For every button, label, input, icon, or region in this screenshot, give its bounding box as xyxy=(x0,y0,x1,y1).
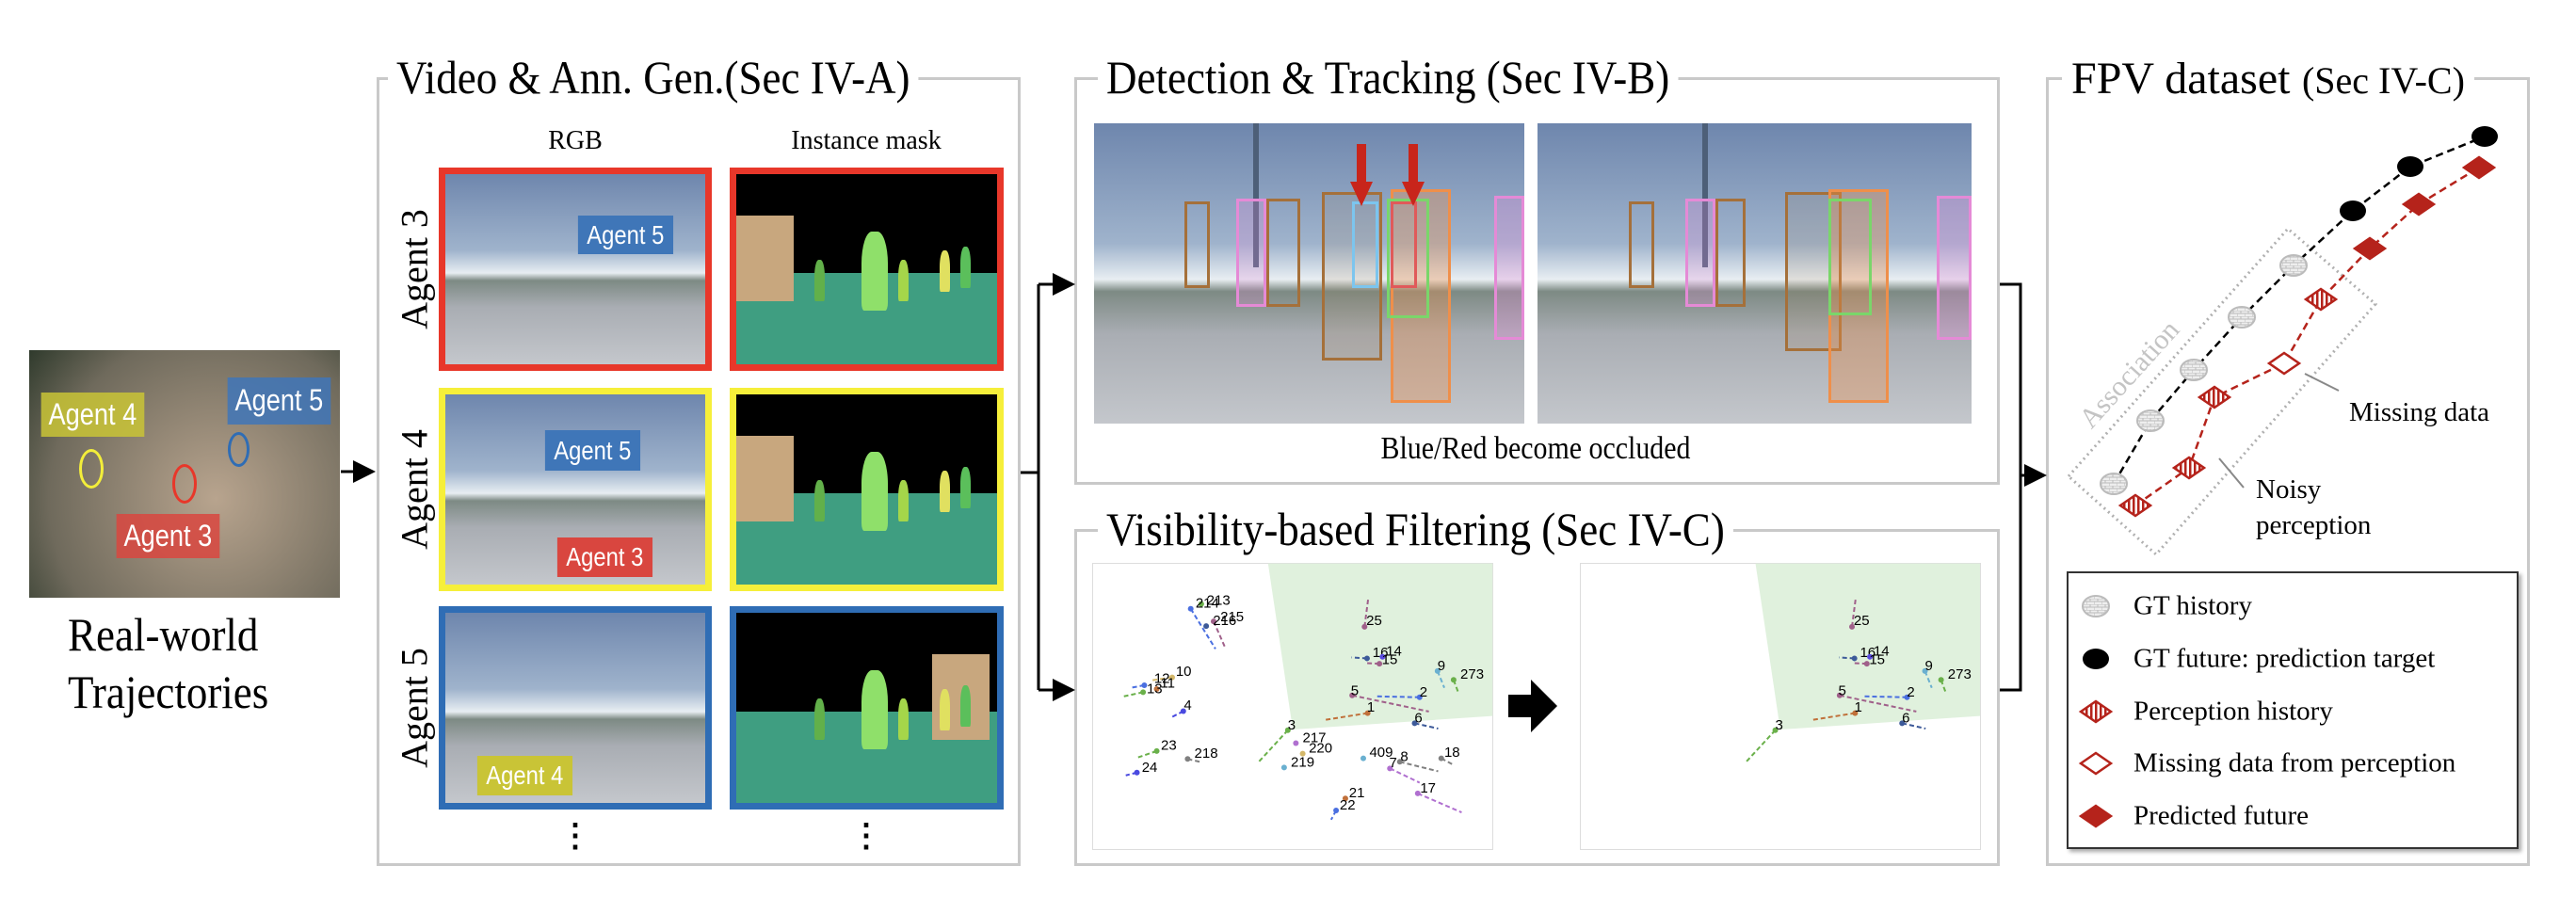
trajectory-point xyxy=(1187,605,1194,612)
track-id-label: 2 xyxy=(1420,684,1427,700)
track-id-label: 23 xyxy=(1161,738,1177,754)
track-id-label: 11 xyxy=(1160,676,1175,692)
gt-history-point xyxy=(2180,359,2208,381)
merge-connector xyxy=(2000,282,2022,692)
track-id-label: 218 xyxy=(1195,746,1218,762)
gt-history-icon xyxy=(2082,595,2110,617)
gt-history-point xyxy=(2136,409,2165,432)
track-id-label: 5 xyxy=(1351,682,1359,698)
trajectory-point xyxy=(1293,740,1299,746)
track-id-label: 5 xyxy=(1838,682,1845,698)
track-id-label: 2 xyxy=(1907,684,1914,700)
perception-history-point xyxy=(2303,287,2339,312)
trajectory-point xyxy=(1203,623,1210,630)
trajectory-point xyxy=(1184,756,1191,762)
perception-history-point xyxy=(2197,385,2232,409)
track-id-label: 22 xyxy=(1340,797,1356,813)
track-id-label: 9 xyxy=(1438,658,1445,674)
perception-trajectory-line xyxy=(2134,166,2480,507)
track-id-label: 18 xyxy=(1444,745,1460,761)
trajectory-line xyxy=(1137,749,1157,759)
track-id-label: 7 xyxy=(1389,755,1396,771)
track-id-label: 3 xyxy=(1775,717,1782,733)
diagram-overlay: 213214215216 2516141510121311492735 216321… xyxy=(341,126,2498,828)
track-id-label: 8 xyxy=(1400,749,1408,765)
trajectory-line xyxy=(1745,730,1777,762)
gt-trajectory-line xyxy=(2112,135,2486,485)
filter-arrow-icon xyxy=(1508,680,1557,732)
track-id-label: 9 xyxy=(1924,658,1932,674)
trajectory-point xyxy=(1333,808,1340,814)
trajectory-point xyxy=(1438,755,1444,762)
gt-history-point xyxy=(2228,306,2256,329)
trajectory-line xyxy=(1258,730,1289,762)
track-id-label: 17 xyxy=(1420,780,1436,796)
perception-history-icon xyxy=(2078,699,2114,724)
track-id-label: 4 xyxy=(1183,698,1191,714)
trajectory-point xyxy=(1851,655,1858,662)
noisy-perception-pointer xyxy=(2218,457,2245,489)
trajectory-point xyxy=(1360,755,1366,762)
track-id-label: 1 xyxy=(1855,699,1862,715)
predicted-future-point xyxy=(2352,236,2388,261)
track-id-label: 15 xyxy=(1869,651,1885,667)
track-id-label: 219 xyxy=(1291,754,1314,770)
predicted-future-icon xyxy=(2078,804,2114,828)
track-id-label: 3 xyxy=(1288,717,1296,733)
track-id-label: 10 xyxy=(1176,664,1192,680)
track-id-label: 273 xyxy=(1460,666,1484,682)
trajectory-point xyxy=(1938,677,1944,683)
trajectory-point xyxy=(1153,747,1160,754)
track-id-label: 214 xyxy=(1196,596,1219,612)
split-connector xyxy=(1021,284,1040,690)
trajectory-point xyxy=(1280,764,1287,771)
track-id-label: 6 xyxy=(1414,710,1422,726)
gt-history-point xyxy=(2279,254,2308,277)
trajectory-line xyxy=(1189,608,1216,649)
track-id-label: 24 xyxy=(1142,760,1158,776)
gt-future-point xyxy=(2397,156,2423,177)
track-id-label: 25 xyxy=(1366,613,1382,629)
missing-data-point xyxy=(2266,351,2302,376)
trajectory-point xyxy=(1140,689,1147,696)
trajectory-point xyxy=(1134,769,1140,776)
track-id-label: 15 xyxy=(1382,651,1398,667)
missing-data-pointer xyxy=(2304,373,2340,392)
track-id-label: 273 xyxy=(1948,666,1972,682)
track-id-label: 216 xyxy=(1213,613,1236,629)
predicted-future-point xyxy=(2461,155,2497,180)
gt-history-point xyxy=(2100,473,2128,495)
gt-future-point xyxy=(2471,126,2498,147)
trajectory-point xyxy=(1363,655,1370,662)
gt-future-point xyxy=(2340,200,2366,221)
missing-data-icon xyxy=(2078,751,2114,776)
gt-future-icon xyxy=(2083,649,2109,669)
track-id-label: 25 xyxy=(1854,613,1870,629)
trajectory-point xyxy=(1450,677,1457,683)
track-id-label: 1 xyxy=(1367,699,1375,715)
trajectory-line xyxy=(1123,691,1144,698)
track-id-label: 6 xyxy=(1902,710,1909,726)
